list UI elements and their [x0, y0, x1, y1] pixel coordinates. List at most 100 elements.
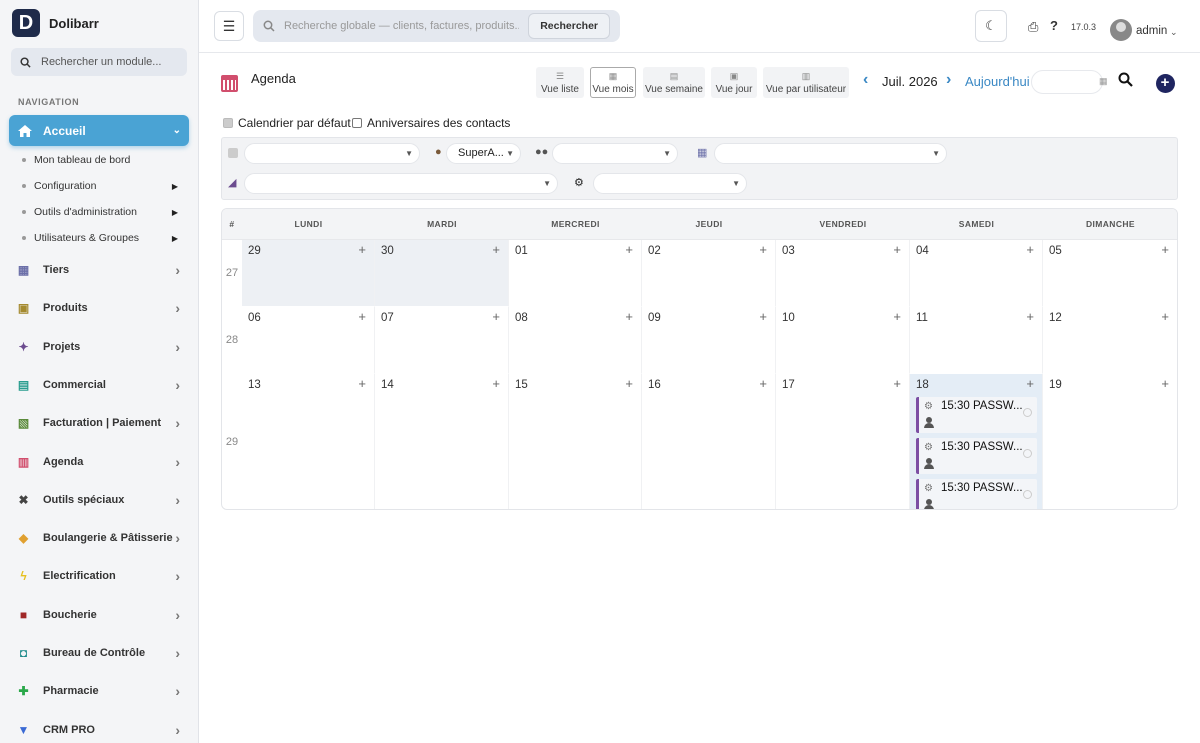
sidebar-item-pharmacie[interactable]: ✚ Pharmacie › — [16, 680, 186, 702]
day-cell[interactable]: 16 + — [642, 374, 776, 509]
day-cell[interactable]: 18 + ⚙ 15:30 PASSW... ⚙ 15:30 PASSW... ⚙ 15:30 … — [910, 374, 1043, 509]
type-select[interactable]: ▼ — [244, 143, 420, 164]
day-cell[interactable]: 29 + — [242, 240, 375, 307]
calendar-event[interactable]: ⚙ 15:30 PASSW... — [916, 479, 1037, 509]
day-cell[interactable]: 01 + — [509, 240, 642, 307]
day-cell[interactable]: 06 + — [242, 307, 375, 374]
sidebar-subitem[interactable]: Utilisateurs & Groupes ▶ — [22, 230, 187, 246]
dark-mode-button[interactable]: ☾ — [975, 10, 1007, 42]
add-event-icon[interactable]: + — [492, 309, 500, 324]
add-event-icon[interactable]: + — [893, 376, 901, 391]
today-link[interactable]: Aujourd'hui — [965, 74, 1030, 89]
sidebar-item-outils-sp-ciaux[interactable]: ✖ Outils spéciaux › — [16, 489, 186, 511]
group-select[interactable]: ▼ — [552, 143, 678, 164]
add-event-icon[interactable]: + — [358, 242, 366, 257]
day-cell[interactable]: 13 + — [242, 374, 375, 509]
view-vue-mois-button[interactable]: ▦ Vue mois — [590, 67, 636, 98]
day-cell[interactable]: 11 + — [910, 307, 1043, 374]
add-event-icon[interactable]: + — [625, 242, 633, 257]
search-button[interactable]: Rechercher — [528, 13, 610, 39]
add-event-icon[interactable]: + — [1026, 309, 1034, 324]
status-select[interactable]: ▼ — [593, 173, 747, 194]
view-vue-semaine-button[interactable]: ▤ Vue semaine — [643, 67, 705, 98]
menu-toggle-button[interactable]: ☰ — [214, 11, 244, 41]
contact-birthdays-checkbox[interactable]: Anniversaires des contacts — [352, 116, 510, 130]
add-event-icon[interactable]: + — [893, 242, 901, 257]
event-label: 15:30 PASSW... — [941, 482, 1023, 494]
day-cell[interactable]: 17 + — [776, 374, 910, 509]
day-cell[interactable]: 15 + — [509, 374, 642, 509]
avatar[interactable] — [1110, 19, 1132, 41]
sidebar-item-commercial[interactable]: ▤ Commercial › — [16, 374, 186, 396]
day-cell[interactable]: 14 + — [375, 374, 509, 509]
day-cell[interactable]: 10 + — [776, 307, 910, 374]
sidebar-item-tiers[interactable]: ▦ Tiers › — [16, 259, 186, 281]
sidebar-item-electrification[interactable]: ϟ Electrification › — [16, 565, 186, 587]
add-event-icon[interactable]: + — [625, 309, 633, 324]
add-event-icon[interactable]: + — [759, 242, 767, 257]
next-month-icon[interactable]: › — [946, 71, 951, 89]
day-cell[interactable]: 08 + — [509, 307, 642, 374]
add-event-icon[interactable]: + — [759, 309, 767, 324]
add-event-icon[interactable]: + — [358, 309, 366, 324]
user-name[interactable]: admin — [1136, 25, 1167, 37]
day-cell[interactable]: 05 + — [1043, 240, 1177, 307]
search-icon[interactable] — [1118, 72, 1133, 87]
day-cell[interactable]: 03 + — [776, 240, 910, 307]
day-cell[interactable]: 04 + — [910, 240, 1043, 307]
add-event-icon[interactable]: + — [492, 376, 500, 391]
brand[interactable]: D Dolibarr — [12, 9, 99, 37]
calendar-picker-icon[interactable]: ▦ — [1099, 76, 1108, 87]
add-event-icon[interactable]: + — [1026, 242, 1034, 257]
sidebar-item-facturation-paiement[interactable]: ▧ Facturation | Paiement › — [16, 412, 186, 434]
add-event-icon[interactable]: + — [1161, 309, 1169, 324]
help-icon[interactable]: ? — [1050, 18, 1058, 33]
sidebar-item-boucherie[interactable]: ■ Boucherie › — [16, 604, 186, 626]
sidebar-item-bureau-de-contr-le[interactable]: ◘ Bureau de Contrôle › — [16, 642, 186, 664]
add-event-icon[interactable]: + — [1161, 242, 1169, 257]
add-event-icon[interactable]: + — [1161, 376, 1169, 391]
sidebar-subitem[interactable]: Configuration ▶ — [22, 178, 187, 194]
day-cell[interactable]: 02 + — [642, 240, 776, 307]
default-calendar-checkbox[interactable]: Calendrier par défaut — [223, 116, 351, 130]
view-vue-par-utilisateur-button[interactable]: ▥ Vue par utilisateur — [763, 67, 849, 98]
print-icon[interactable]: ⎙ — [1028, 19, 1038, 35]
view-vue-liste-button[interactable]: ☰ Vue liste — [536, 67, 584, 98]
user-select[interactable]: SuperA... ▼ — [446, 143, 521, 164]
global-search-input[interactable] — [284, 20, 519, 32]
sidebar-item-agenda[interactable]: ▥ Agenda › — [16, 451, 186, 473]
add-event-icon[interactable]: + — [625, 376, 633, 391]
thirdparty-select[interactable]: ▼ — [714, 143, 947, 164]
sidebar-item-accueil[interactable]: Accueil ⌄ — [9, 115, 189, 146]
calendar-event[interactable]: ⚙ 15:30 PASSW... — [916, 397, 1037, 433]
add-event-icon[interactable]: + — [759, 376, 767, 391]
sidebar-item-projets[interactable]: ✦ Projets › — [16, 336, 186, 358]
chevron-down-icon[interactable]: ⌄ — [1170, 27, 1178, 38]
day-cell[interactable]: 30 + — [375, 240, 509, 307]
add-event-icon[interactable]: + — [358, 376, 366, 391]
day-number: 16 — [648, 379, 661, 391]
prev-month-icon[interactable]: ‹ — [863, 71, 868, 89]
sidebar-subitem[interactable]: Outils d'administration ▶ — [22, 204, 187, 220]
checkbox[interactable] — [352, 118, 362, 128]
day-cell[interactable]: 12 + — [1043, 307, 1177, 374]
add-event-icon[interactable]: + — [893, 309, 901, 324]
sidebar-item-boulangerie-p-tisserie[interactable]: ◆ Boulangerie & Pâtisserie › — [16, 527, 186, 549]
project-select[interactable]: ▼ — [244, 173, 558, 194]
bullet-icon — [22, 158, 26, 162]
view-vue-jour-button[interactable]: ▣ Vue jour — [711, 67, 757, 98]
date-input[interactable] — [1031, 70, 1103, 94]
day-cell[interactable]: 19 + — [1043, 374, 1177, 509]
sidebar-item-crm-pro[interactable]: ▼ CRM PRO › — [16, 719, 186, 741]
sidebar-item-produits[interactable]: ▣ Produits › — [16, 297, 186, 319]
add-event-icon[interactable]: + — [1026, 376, 1034, 391]
add-event-icon[interactable]: + — [492, 242, 500, 257]
day-cell[interactable]: 09 + — [642, 307, 776, 374]
checkbox[interactable] — [228, 148, 238, 158]
sidebar-subitem[interactable]: Mon tableau de bord — [22, 152, 187, 168]
calendar-event[interactable]: ⚙ 15:30 PASSW... — [916, 438, 1037, 474]
checkbox[interactable] — [223, 118, 233, 128]
day-cell[interactable]: 07 + — [375, 307, 509, 374]
add-event-button[interactable]: + — [1152, 67, 1178, 99]
module-search-input[interactable] — [41, 56, 181, 68]
